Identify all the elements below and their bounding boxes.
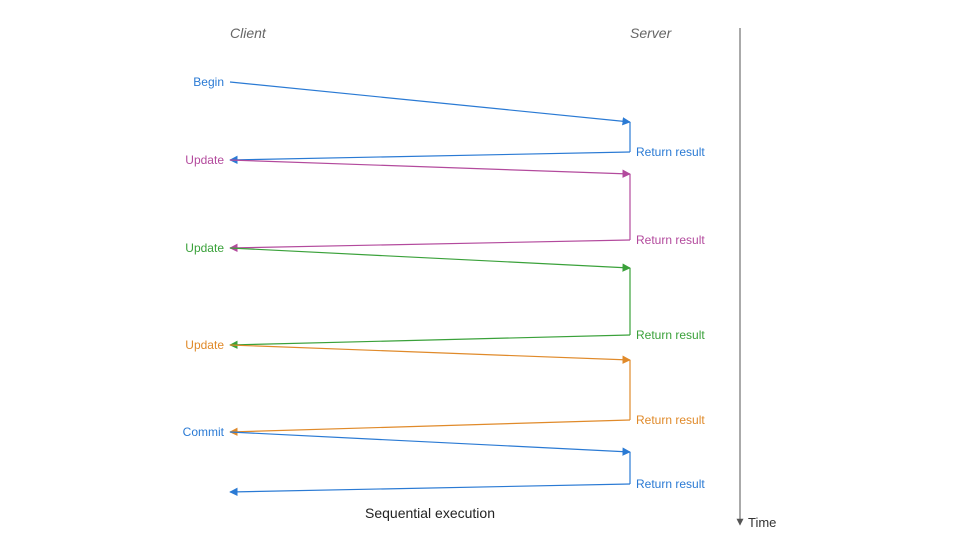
return-label: Return result — [636, 477, 705, 491]
response-line — [230, 420, 630, 432]
response-line — [230, 335, 630, 345]
lane-header-server: Server — [630, 25, 673, 41]
response-line — [230, 484, 630, 492]
time-axis-label: Time — [748, 515, 776, 530]
op-label: Begin — [193, 75, 224, 89]
request-line — [230, 345, 630, 360]
diagram-caption: Sequential execution — [365, 505, 495, 521]
request-line — [230, 82, 630, 122]
return-label: Return result — [636, 328, 705, 342]
op-label: Commit — [183, 425, 225, 439]
op-label: Update — [185, 241, 224, 255]
sequence-diagram: Client Server Time Begin Return result Update… — [0, 0, 960, 540]
return-label: Return result — [636, 145, 705, 159]
op-label: Update — [185, 153, 224, 167]
return-label: Return result — [636, 233, 705, 247]
request-line — [230, 160, 630, 174]
request-line — [230, 432, 630, 452]
lane-header-client: Client — [230, 25, 267, 41]
request-line — [230, 248, 630, 268]
response-line — [230, 152, 630, 160]
response-line — [230, 240, 630, 248]
return-label: Return result — [636, 413, 705, 427]
op-label: Update — [185, 338, 224, 352]
